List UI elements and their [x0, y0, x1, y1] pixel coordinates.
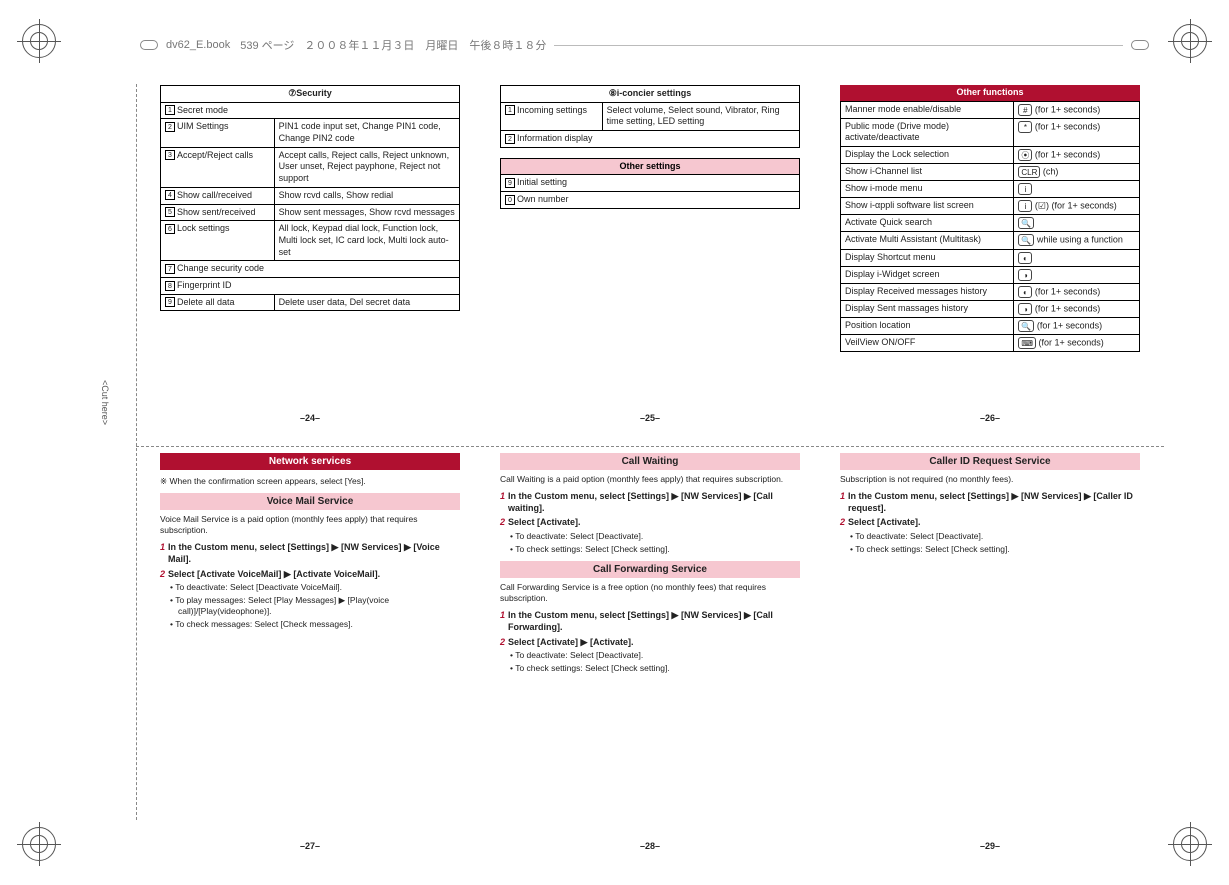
function-key: 🔍: [1014, 215, 1140, 232]
keycap-icon: ◑: [1018, 269, 1032, 281]
table-row: Display i-Widget screen ◑: [841, 266, 1140, 283]
panel-29: Caller ID Request Service Subscription i…: [840, 453, 1140, 853]
function-label: VeilView ON/OFF: [841, 334, 1014, 351]
panel-24: ⑦Security 1Secret mode 2UIM SettingsPIN1…: [160, 85, 460, 425]
function-key: ◑ (for 1+ seconds): [1014, 300, 1140, 317]
function-label: Public mode (Drive mode) activate/deacti…: [841, 118, 1014, 146]
iconcier-table: ⑧i-concier settings 1Incoming settingsSe…: [500, 85, 800, 148]
keycap-icon: #: [1018, 104, 1032, 116]
page-number: –29–: [840, 841, 1140, 853]
function-label: Activate Quick search: [841, 215, 1014, 232]
security-header: ⑦Security: [161, 86, 460, 103]
function-label: Display i-Widget screen: [841, 266, 1014, 283]
function-label: Position location: [841, 317, 1014, 334]
function-label: Display Sent massages history: [841, 300, 1014, 317]
other-settings-header: Other settings: [501, 158, 800, 175]
keycap-icon: ⦿: [1018, 149, 1032, 161]
header-filename: dv62_E.book: [166, 39, 230, 51]
registration-target-icon: [1173, 24, 1207, 58]
oval-icon: [1131, 40, 1149, 50]
table-row: Show i-αppli software list screeni (☑) (…: [841, 198, 1140, 215]
table-row: Show i-mode menu i: [841, 181, 1140, 198]
function-key: CLR (ch): [1014, 164, 1140, 181]
registration-target-icon: [1173, 827, 1207, 861]
table-row: Activate Multi Assistant (Multitask)🔍 wh…: [841, 232, 1140, 249]
vms-note: Voice Mail Service is a paid option (mon…: [160, 514, 460, 536]
header-date: ２００８年１１月３日 月曜日 午後８時１８分: [304, 37, 546, 53]
keycap-icon: 🔍: [1018, 217, 1034, 229]
page-number: –26–: [840, 413, 1140, 425]
function-label: Manner mode enable/disable: [841, 101, 1014, 118]
function-key: # (for 1+ seconds): [1014, 101, 1140, 118]
header-page: 539 ページ: [240, 37, 294, 53]
oval-icon: [140, 40, 158, 50]
page-number: –28–: [500, 841, 800, 853]
other-functions-header: Other functions: [840, 85, 1140, 101]
function-label: Activate Multi Assistant (Multitask): [841, 232, 1014, 249]
table-row: Display the Lock selection⦿ (for 1+ seco…: [841, 147, 1140, 164]
function-label: Show i-αppli software list screen: [841, 198, 1014, 215]
function-key: ⦿ (for 1+ seconds): [1014, 147, 1140, 164]
table-row: Public mode (Drive mode) activate/deacti…: [841, 118, 1140, 146]
table-row: Show i-Channel listCLR (ch): [841, 164, 1140, 181]
table-row: Display Sent massages history◑ (for 1+ s…: [841, 300, 1140, 317]
page-header: dv62_E.book 539 ページ ２００８年１１月３日 月曜日 午後８時１…: [140, 30, 1149, 60]
caller-id-title: Caller ID Request Service: [840, 453, 1140, 470]
keycap-icon: 🔍: [1018, 320, 1034, 332]
function-key: ◐ (for 1+ seconds): [1014, 283, 1140, 300]
panel-28: Call Waiting Call Waiting is a paid opti…: [500, 453, 800, 853]
table-row: Activate Quick search 🔍: [841, 215, 1140, 232]
keycap-icon: i: [1018, 200, 1032, 212]
network-services-title: Network services: [160, 453, 460, 470]
table-row: VeilView ON/OFF⌨ (for 1+ seconds): [841, 334, 1140, 351]
page-number: –24–: [160, 413, 460, 425]
keycap-icon: *: [1018, 121, 1032, 133]
other-functions-table: Manner mode enable/disable# (for 1+ seco…: [840, 101, 1140, 352]
table-row: Display Received messages history◐ (for …: [841, 283, 1140, 300]
panel-26: Other functions Manner mode enable/disab…: [840, 85, 1140, 425]
ns-note: ※ When the confirmation screen appears, …: [160, 476, 460, 487]
cut-here-label: <Cut here>: [100, 380, 110, 425]
caller-id-note: Subscription is not required (no monthly…: [840, 474, 1140, 485]
call-forwarding-title: Call Forwarding Service: [500, 561, 800, 578]
table-row: Display Shortcut menu ◐: [841, 249, 1140, 266]
panel-27: Network services ※ When the confirmation…: [160, 453, 460, 853]
function-label: Display Shortcut menu: [841, 249, 1014, 266]
iconcier-header: ⑧i-concier settings: [501, 86, 800, 103]
panel-25: ⑧i-concier settings 1Incoming settingsSe…: [500, 85, 800, 425]
page-number: –25–: [500, 413, 800, 425]
function-key: i (☑) (for 1+ seconds): [1014, 198, 1140, 215]
keycap-icon: ◐: [1018, 286, 1032, 298]
registration-target-icon: [22, 827, 56, 861]
function-key: * (for 1+ seconds): [1014, 118, 1140, 146]
keycap-icon: i: [1018, 183, 1032, 195]
function-key: ◑: [1014, 266, 1140, 283]
other-settings-table: Other settings 9Initial setting 0Own num…: [500, 158, 800, 209]
security-table: ⑦Security 1Secret mode 2UIM SettingsPIN1…: [160, 85, 460, 311]
keycap-icon: ◑: [1018, 303, 1032, 315]
call-waiting-title: Call Waiting: [500, 453, 800, 470]
function-key: 🔍 (for 1+ seconds): [1014, 317, 1140, 334]
keycap-icon: ◐: [1018, 252, 1032, 264]
function-key: ◐: [1014, 249, 1140, 266]
keycap-icon: ⌨: [1018, 337, 1036, 349]
cw-note: Call Waiting is a paid option (monthly f…: [500, 474, 800, 485]
function-label: Display the Lock selection: [841, 147, 1014, 164]
function-key: i: [1014, 181, 1140, 198]
cut-line-vertical: [136, 84, 137, 820]
page-number: –27–: [160, 841, 460, 853]
voice-mail-title: Voice Mail Service: [160, 493, 460, 510]
registration-target-icon: [22, 24, 56, 58]
function-label: Display Received messages history: [841, 283, 1014, 300]
keycap-icon: 🔍: [1018, 234, 1034, 246]
table-row: Manner mode enable/disable# (for 1+ seco…: [841, 101, 1140, 118]
function-label: Show i-Channel list: [841, 164, 1014, 181]
function-key: 🔍 while using a function: [1014, 232, 1140, 249]
keycap-icon: CLR: [1018, 166, 1040, 178]
function-key: ⌨ (for 1+ seconds): [1014, 334, 1140, 351]
table-row: Position location🔍 (for 1+ seconds): [841, 317, 1140, 334]
cf-note: Call Forwarding Service is a free option…: [500, 582, 800, 604]
function-label: Show i-mode menu: [841, 181, 1014, 198]
